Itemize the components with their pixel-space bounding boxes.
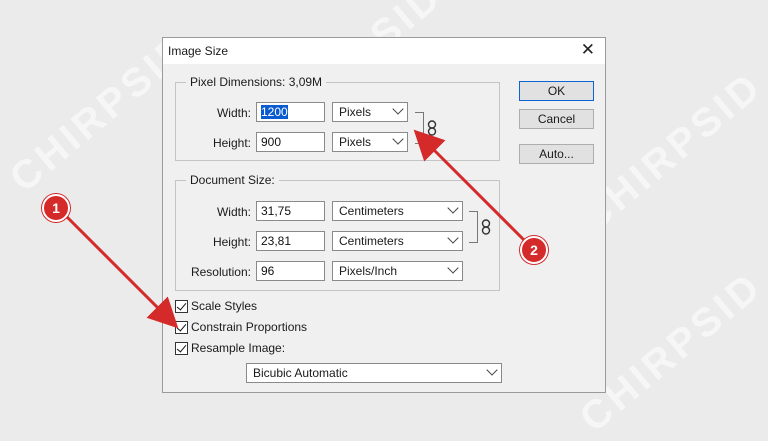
annotation-arrows	[64, 129, 526, 329]
annotation-badge-2: 2	[520, 236, 548, 264]
annotation-badge-1: 1	[42, 194, 70, 222]
annotation-arrow-1	[64, 214, 179, 329]
annotation-arrow-2	[413, 129, 526, 242]
